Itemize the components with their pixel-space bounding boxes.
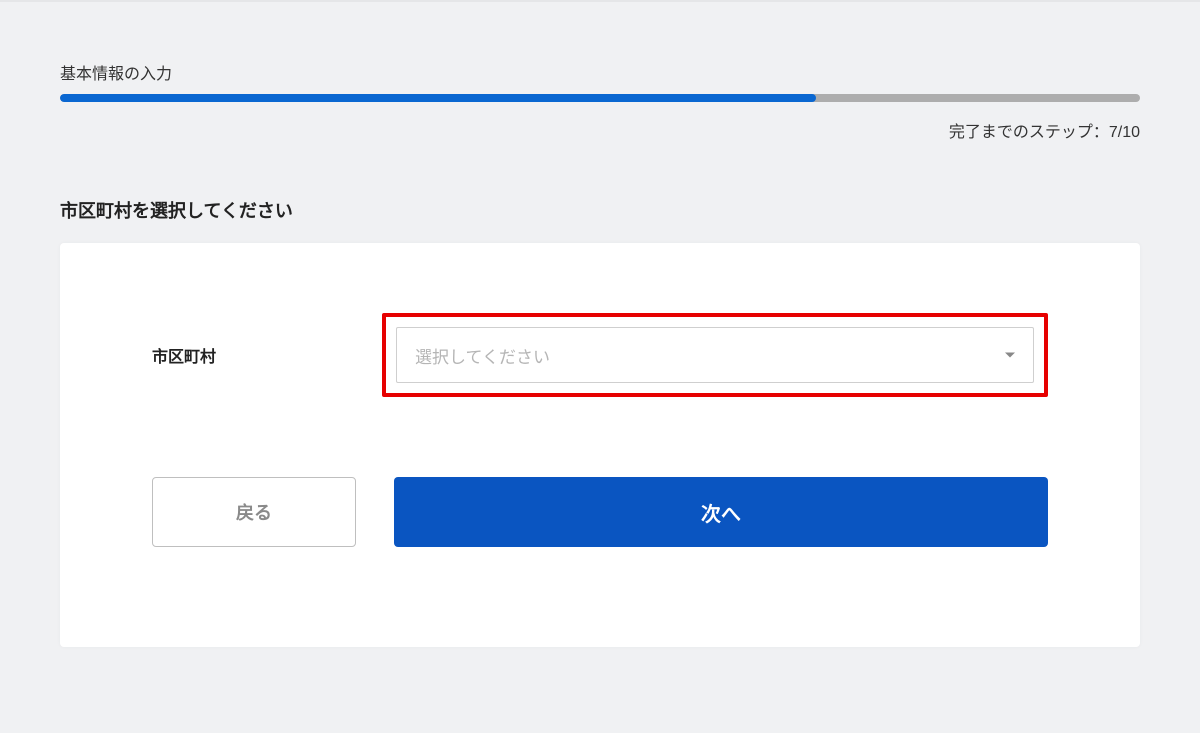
step-current: 7 bbox=[1109, 124, 1118, 141]
field-label-municipality: 市区町村 bbox=[152, 343, 382, 367]
form-card: 市区町村 選択してください 戻る 次へ bbox=[60, 243, 1140, 647]
progress-bar bbox=[60, 94, 1140, 102]
back-button[interactable]: 戻る bbox=[152, 477, 356, 547]
form-row-municipality: 市区町村 選択してください bbox=[152, 313, 1048, 397]
step-total: 10 bbox=[1122, 124, 1140, 141]
question-heading: 市区町村を選択してください bbox=[60, 197, 1140, 223]
step-title: 基本情報の入力 bbox=[60, 60, 1140, 84]
button-row: 戻る 次へ bbox=[152, 477, 1048, 547]
progress-fill bbox=[60, 94, 816, 102]
step-counter-prefix: 完了までのステップ： bbox=[949, 124, 1109, 141]
select-placeholder: 選択してください bbox=[415, 343, 550, 368]
next-button[interactable]: 次へ bbox=[394, 477, 1048, 547]
select-highlight-frame: 選択してください bbox=[382, 313, 1048, 397]
chevron-down-icon bbox=[1005, 353, 1015, 358]
municipality-select[interactable]: 選択してください bbox=[396, 327, 1034, 383]
form-container: 基本情報の入力 完了までのステップ：7/10 市区町村を選択してください 市区町… bbox=[60, 10, 1140, 647]
step-counter: 完了までのステップ：7/10 bbox=[60, 118, 1140, 142]
